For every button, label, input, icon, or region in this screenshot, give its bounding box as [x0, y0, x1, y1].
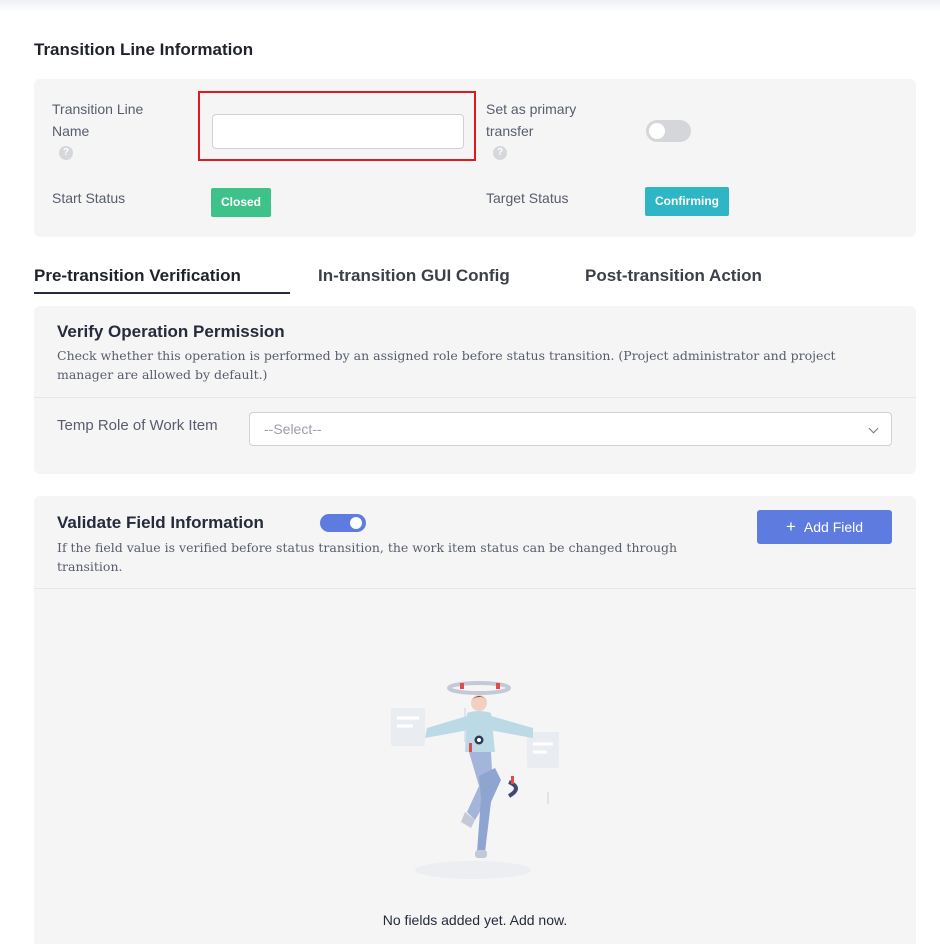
- tab-in-transition-gui-config[interactable]: In-transition GUI Config: [318, 265, 510, 287]
- temp-role-label: Temp Role of Work Item: [57, 417, 218, 434]
- start-status-badge: Closed: [211, 188, 272, 217]
- add-field-button[interactable]: + Add Field: [757, 510, 892, 544]
- select-placeholder: --Select--: [264, 421, 322, 437]
- plus-icon: +: [785, 517, 796, 536]
- divider: [34, 588, 916, 589]
- validate-field-title: Validate Field Information: [57, 513, 264, 532]
- tab-pre-transition-verification[interactable]: Pre-transition Verification: [34, 265, 241, 287]
- transition-line-name-input[interactable]: [212, 114, 464, 149]
- primary-transfer-toggle[interactable]: [646, 120, 691, 142]
- active-tab-indicator: [34, 292, 290, 294]
- verify-permission-title: Verify Operation Permission: [57, 322, 285, 341]
- tab-post-transition-action[interactable]: Post-transition Action: [585, 265, 762, 287]
- empty-state-illustration: [391, 681, 559, 879]
- chevron-down-icon: [868, 423, 879, 434]
- start-status-label: Start Status: [52, 190, 126, 206]
- temp-role-select[interactable]: --Select--: [249, 412, 892, 446]
- transition-line-name-label: Transition Line Name: [52, 101, 144, 139]
- help-icon[interactable]: ?: [493, 146, 507, 160]
- target-status-label: Target Status: [486, 190, 569, 206]
- top-shade: [0, 0, 940, 12]
- help-icon[interactable]: ?: [59, 146, 73, 160]
- section-title: Transition Line Information: [34, 40, 254, 59]
- validate-field-toggle[interactable]: [320, 514, 366, 532]
- primary-transfer-label: Set as primary transfer: [486, 101, 577, 139]
- verify-permission-description: Check whether this operation is performe…: [57, 348, 836, 382]
- target-status-badge: Confirming: [645, 187, 729, 216]
- validate-field-description: If the field value is verified before st…: [57, 540, 678, 574]
- add-field-label: Add Field: [803, 519, 864, 535]
- divider: [34, 397, 916, 398]
- empty-state-text: No fields added yet. Add now.: [382, 912, 568, 928]
